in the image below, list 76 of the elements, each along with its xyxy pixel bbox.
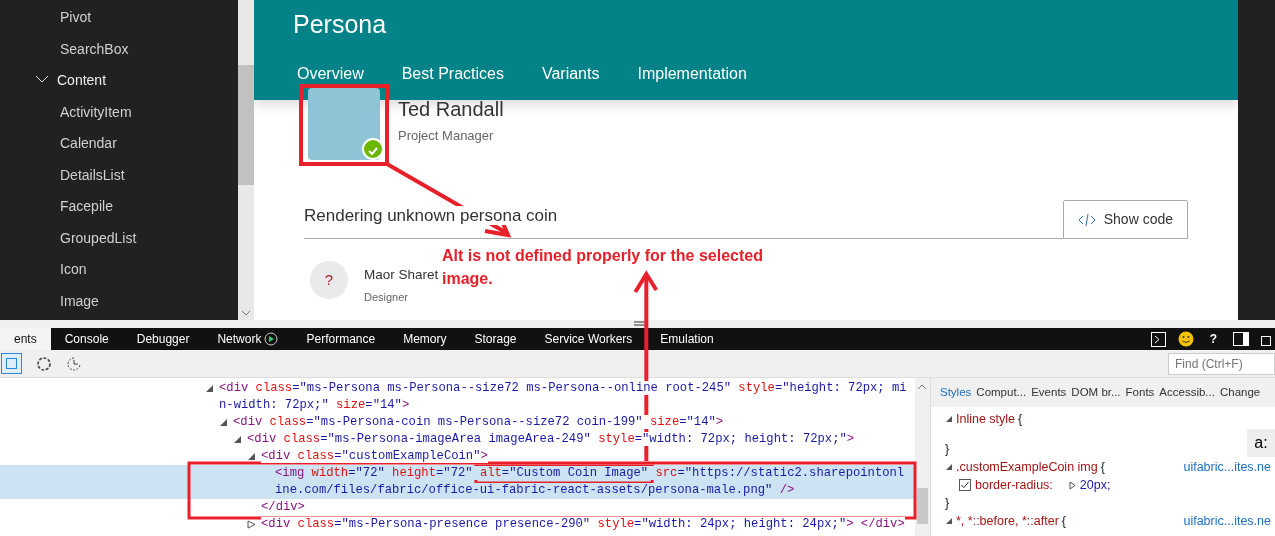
devtools-tab[interactable]: Debugger bbox=[122, 328, 204, 350]
persona-role: Project Manager bbox=[398, 127, 495, 145]
scrollbar-thumb[interactable] bbox=[238, 65, 254, 185]
expanded-triangle-icon[interactable] bbox=[205, 384, 214, 393]
dotted-circle-icon[interactable] bbox=[36, 355, 52, 372]
nav-link[interactable]: Image bbox=[0, 285, 238, 317]
nav-link[interactable]: Pivot bbox=[0, 2, 238, 34]
select-element-icon[interactable] bbox=[1, 353, 22, 374]
pseudo-state-button[interactable]: a: bbox=[1247, 429, 1275, 458]
brace: } bbox=[945, 495, 951, 512]
css-property: border-radius: bbox=[975, 477, 1053, 494]
devtools-tab[interactable]: Performance bbox=[292, 328, 390, 350]
expanded-triangle-icon[interactable] bbox=[945, 463, 953, 472]
nav-link[interactable]: GroupedList bbox=[0, 222, 238, 254]
css-selector: *, *::before, *::after bbox=[956, 513, 1059, 530]
devtools-tab[interactable]: Emulation bbox=[646, 328, 728, 350]
collapsed-triangle-icon[interactable] bbox=[1068, 480, 1076, 490]
smiley-icon[interactable] bbox=[1177, 331, 1194, 347]
devtools-tab[interactable]: Storage bbox=[460, 328, 531, 350]
styles-tab[interactable]: Change bbox=[1219, 384, 1261, 402]
nav-link[interactable]: SearchBox bbox=[0, 33, 238, 65]
expanded-triangle-icon[interactable] bbox=[219, 418, 228, 427]
nav-link[interactable]: Calendar bbox=[0, 128, 238, 160]
timer-icon[interactable] bbox=[66, 355, 82, 372]
brace: { bbox=[1018, 411, 1023, 428]
tab[interactable]: Best Practices bbox=[401, 65, 504, 82]
help-button[interactable]: ? bbox=[1205, 328, 1221, 350]
expanded-triangle-icon[interactable] bbox=[247, 452, 256, 461]
styles-tab[interactable]: Fonts bbox=[1125, 384, 1155, 402]
brace: { bbox=[1061, 513, 1067, 530]
styles-tab[interactable]: Styles bbox=[940, 384, 972, 402]
scrollbar-thumb[interactable] bbox=[917, 488, 928, 524]
persona-role: Designer bbox=[364, 290, 410, 306]
devtools-tab[interactable]: Network bbox=[203, 328, 293, 350]
nav-link[interactable]: DetailsList bbox=[0, 159, 238, 191]
scroll-down-icon[interactable] bbox=[241, 310, 251, 316]
expanded-triangle-icon[interactable] bbox=[945, 415, 953, 424]
page-title: Persona bbox=[293, 9, 387, 40]
splitter-handle-icon[interactable] bbox=[634, 321, 646, 326]
tab[interactable]: Overview bbox=[297, 65, 364, 82]
nav-link[interactable]: Facepile bbox=[0, 191, 238, 223]
css-selector: Inline style bbox=[956, 411, 1016, 428]
show-code-button[interactable]: Show code bbox=[1062, 200, 1188, 239]
find-field[interactable]: Find (Ctrl+F) bbox=[1168, 352, 1275, 375]
nav-link[interactable]: Icon bbox=[0, 254, 238, 286]
devtools-tab[interactable]: Console bbox=[50, 328, 123, 350]
devtools-tab[interactable]: Service Workers bbox=[530, 328, 647, 350]
devtools-tab[interactable]: Memory bbox=[389, 328, 461, 350]
nav-link[interactable]: ActivityItem bbox=[0, 96, 238, 128]
css-selector: .customExampleCoin img bbox=[956, 459, 1098, 476]
tab[interactable]: Implementation bbox=[637, 65, 747, 82]
nav-group[interactable]: Content bbox=[0, 65, 238, 97]
persona-name: Ted Randall bbox=[398, 98, 504, 120]
source-link[interactable]: uifabric...ites.ne bbox=[1183, 513, 1271, 530]
tab[interactable]: Variants bbox=[541, 65, 600, 82]
persona-name: Maor Sharet bbox=[364, 266, 439, 284]
devtools-tab[interactable]: ents bbox=[0, 328, 51, 350]
code-icon bbox=[1077, 212, 1096, 227]
scroll-up-icon[interactable] bbox=[917, 383, 927, 390]
styles-tab[interactable]: Accessib... bbox=[1159, 384, 1215, 402]
expanded-triangle-icon[interactable] bbox=[233, 435, 242, 444]
styles-tab[interactable]: Comput... bbox=[976, 384, 1027, 402]
styles-tab[interactable]: DOM br... bbox=[1071, 384, 1121, 402]
checkbox[interactable] bbox=[959, 479, 971, 492]
dom-node[interactable]: <img width="72" height="72" alt="Custom Coin Image" src="https://static2.sharepointonline.com/files/fabric/office-ui-fabric-react-assets/persona-male.png" /> bbox=[0, 465, 915, 499]
persona-coin: ? bbox=[310, 261, 348, 299]
styles-tab[interactable]: Events bbox=[1031, 384, 1067, 402]
record-play-icon bbox=[264, 332, 279, 346]
console-icon[interactable] bbox=[1150, 331, 1166, 347]
expanded-triangle-icon[interactable] bbox=[945, 517, 953, 526]
css-value: 20px; bbox=[1079, 477, 1111, 494]
source-link[interactable]: uifabric...ites.ne bbox=[1183, 459, 1271, 476]
section-title: Rendering unknown persona coin bbox=[304, 205, 558, 225]
collapsed-triangle-icon[interactable] bbox=[247, 520, 256, 529]
brace: { bbox=[1100, 459, 1105, 476]
dock-icon[interactable] bbox=[1233, 332, 1249, 346]
